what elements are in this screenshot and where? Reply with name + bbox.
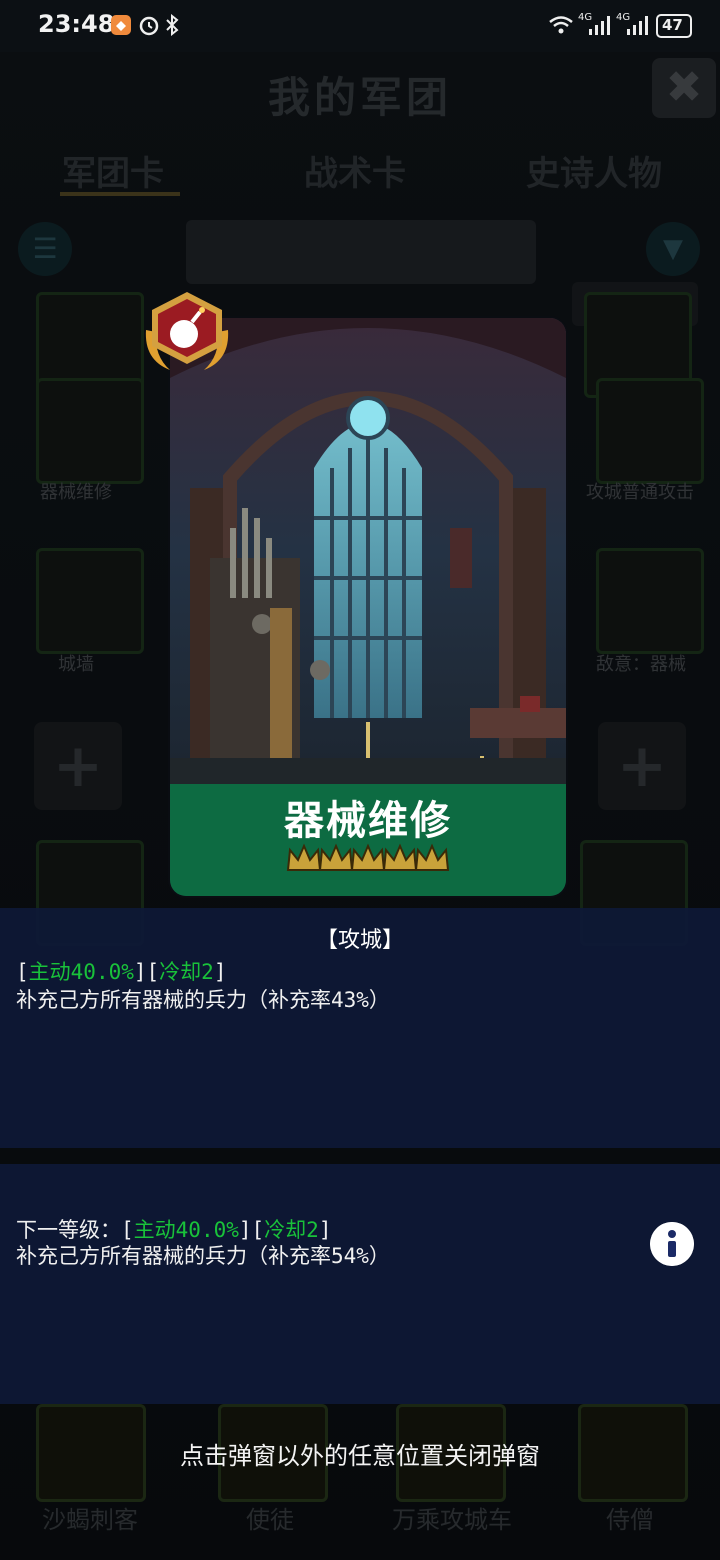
cell-signal-icon: [589, 16, 610, 35]
card-name: 器械维修: [284, 798, 452, 844]
info-icon[interactable]: [650, 1222, 694, 1266]
clock: 23:48: [38, 10, 115, 38]
next-level-panel: [0, 1164, 720, 1404]
battery-icon: 47: [656, 14, 692, 38]
bracket: ][: [133, 960, 160, 984]
next-level-description: 补充己方所有器械的兵力（补充率54%）: [16, 1244, 390, 1268]
next-level-prefix: 下一等级：[: [16, 1218, 134, 1242]
cell-signal-icon-2: [627, 16, 648, 35]
wifi-icon: [549, 16, 573, 34]
active-tag: 主动40.0%: [133, 1218, 239, 1242]
status-bar: 23:48 4G 4G 47: [0, 0, 720, 52]
dismiss-hint: 点击弹窗以外的任意位置关闭弹窗: [180, 1442, 540, 1470]
card-detail: 器械维修: [170, 318, 566, 896]
bracket: ]: [318, 1218, 332, 1242]
bracket: ][: [238, 1218, 265, 1242]
active-tag: 主动40.0%: [28, 960, 134, 984]
app-notification-icon: [111, 15, 131, 35]
card-artwork: [170, 318, 566, 784]
effect-tags: [主动40.0%][冷却2]: [16, 956, 226, 986]
effect-category: 【攻城】: [315, 928, 404, 953]
effect-description: 补充己方所有器械的兵力（补充率43%）: [16, 988, 390, 1012]
cooldown-tag: 冷却2: [159, 960, 214, 984]
battery-level: 47: [662, 16, 683, 34]
bluetooth-icon: [166, 14, 179, 36]
bomb-badge-icon: [145, 292, 229, 370]
level-crowns-icon: [286, 843, 450, 871]
alarm-icon: [139, 16, 159, 36]
cooldown-tag: 冷却2: [264, 1218, 319, 1242]
bracket: [: [16, 960, 29, 984]
bracket: ]: [213, 960, 227, 984]
